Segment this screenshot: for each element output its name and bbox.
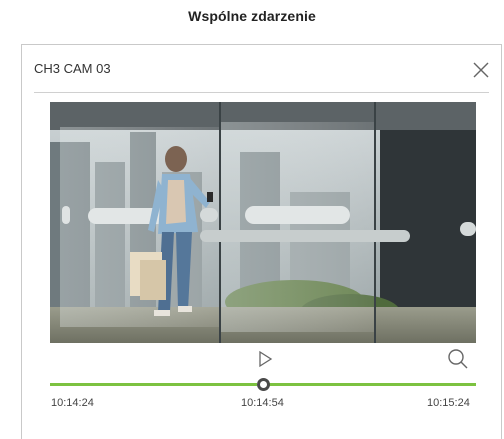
video-frame[interactable] xyxy=(50,102,476,343)
current-time: 10:14:54 xyxy=(241,397,284,409)
search-icon[interactable] xyxy=(446,347,470,371)
page-heading: Wspólne zdarzenie xyxy=(188,8,316,24)
title-divider xyxy=(34,92,489,93)
event-dialog: CH3 CAM 03 10:14:24 10:14:54 10:15:24 xyxy=(21,44,502,439)
play-icon[interactable] xyxy=(256,350,274,368)
dialog-title: CH3 CAM 03 xyxy=(34,61,111,76)
timeline-remaining xyxy=(269,383,476,386)
playback-timeline[interactable] xyxy=(50,378,476,392)
close-icon[interactable] xyxy=(471,60,491,80)
start-time: 10:14:24 xyxy=(51,397,94,409)
end-time: 10:15:24 xyxy=(427,397,470,409)
timeline-played xyxy=(50,383,257,386)
video-image xyxy=(50,102,476,343)
timeline-thumb[interactable] xyxy=(257,378,270,391)
